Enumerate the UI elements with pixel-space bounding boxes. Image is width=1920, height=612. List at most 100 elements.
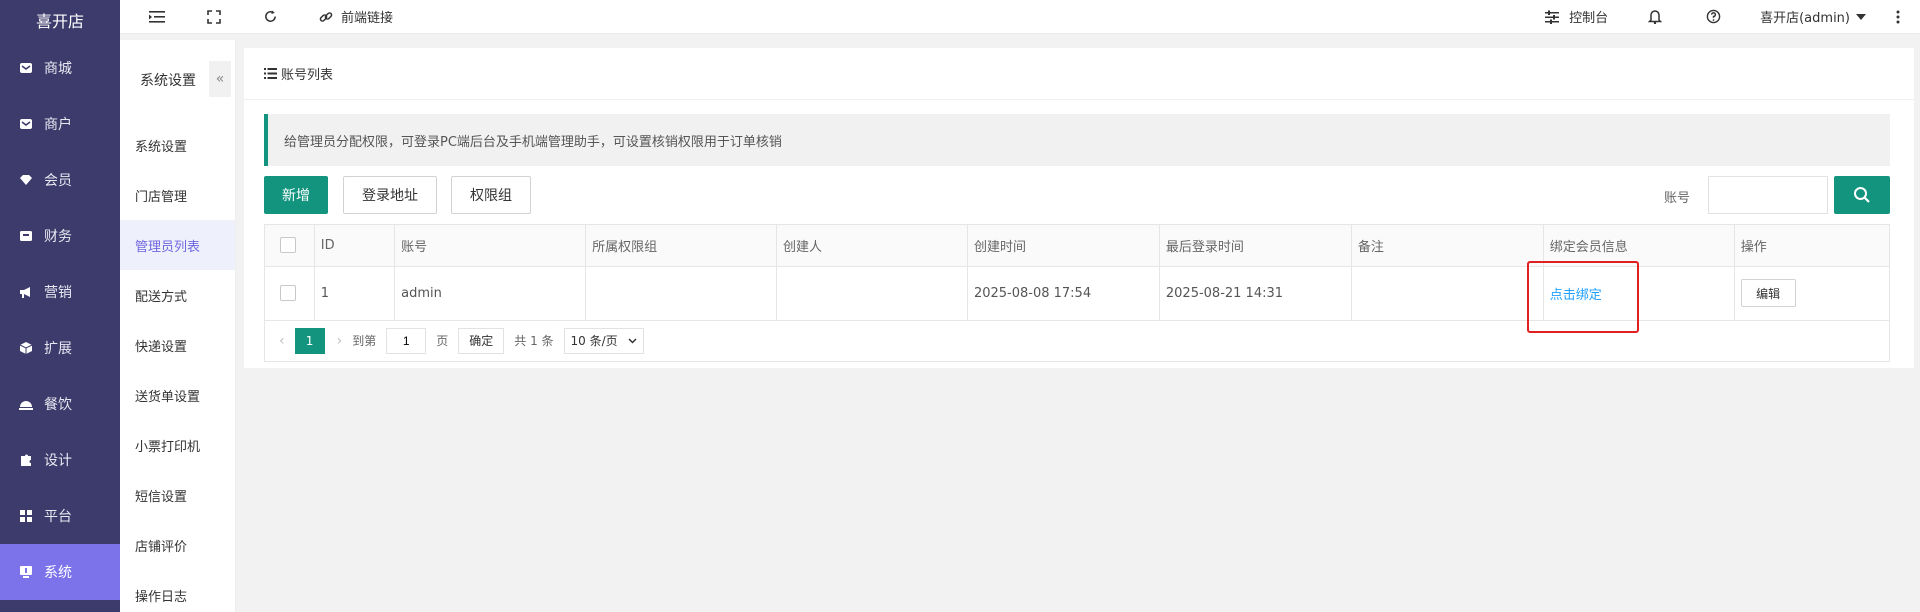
refresh-icon[interactable] bbox=[261, 8, 279, 26]
panel-header: 账号列表 bbox=[244, 48, 1914, 100]
page-label: 页 bbox=[436, 334, 449, 348]
fullscreen-icon[interactable] bbox=[205, 8, 223, 26]
menu-fold-icon[interactable] bbox=[148, 8, 166, 26]
search-label: 账号 bbox=[1664, 191, 1691, 206]
table-header-row: ID 账号 所属权限组 创建人 创建时间 最后登录时间 备注 绑定会员信息 操作 bbox=[265, 225, 1889, 267]
sidebar-item-system[interactable]: 系统 bbox=[0, 544, 120, 600]
subnav-item-delivery[interactable]: 配送方式 bbox=[120, 270, 235, 320]
column-header-created: 创建时间 bbox=[967, 225, 1160, 267]
sidebar-item-marketing[interactable]: 营销 bbox=[0, 264, 120, 320]
cell-last-login: 2025-08-21 14:31 bbox=[1159, 266, 1352, 321]
sidebar-item-design[interactable]: 设计 bbox=[0, 432, 120, 488]
sidebar-item-platform[interactable]: 平台 bbox=[0, 488, 120, 544]
subnav-item-receipt-printer[interactable]: 小票打印机 bbox=[120, 420, 235, 470]
subnav-item-system-settings[interactable]: 系统设置 bbox=[120, 120, 235, 170]
sidebar-item-label: 商户 bbox=[44, 117, 72, 133]
login-url-button[interactable]: 登录地址 bbox=[343, 176, 437, 214]
column-header-group: 所属权限组 bbox=[585, 225, 777, 267]
console-link[interactable]: 控制台 bbox=[1569, 7, 1608, 26]
goto-page-input[interactable] bbox=[386, 327, 427, 354]
sidebar-item-label: 设计 bbox=[44, 453, 72, 469]
next-page-icon[interactable]: › bbox=[337, 333, 343, 349]
shop-icon bbox=[18, 60, 34, 76]
subnav-item-admin-list[interactable]: 管理员列表 bbox=[120, 220, 235, 270]
column-header-account: 账号 bbox=[394, 225, 587, 267]
select-all-checkbox[interactable] bbox=[280, 237, 296, 254]
dish-icon bbox=[18, 396, 34, 412]
sidebar-item-label: 系统 bbox=[44, 565, 72, 581]
subnav-item-sms[interactable]: 短信设置 bbox=[120, 470, 235, 520]
page-title: 账号列表 bbox=[281, 68, 334, 83]
sidebar-item-finance[interactable]: 财务 bbox=[0, 208, 120, 264]
row-checkbox-cell[interactable] bbox=[265, 266, 315, 321]
sidebar-item-label: 餐饮 bbox=[44, 397, 72, 413]
sidebar-item-shop[interactable]: 商城 bbox=[0, 40, 120, 96]
sidebar-item-label: 商城 bbox=[44, 61, 72, 77]
page-1-button[interactable]: 1 bbox=[294, 327, 325, 354]
store-icon bbox=[18, 116, 34, 132]
cell-id: 1 bbox=[314, 266, 396, 321]
pagination: ‹ 1 › 到第 页 确定 共 1 条 10 条/页 bbox=[265, 321, 1889, 361]
subnav-item-logs[interactable]: 操作日志 bbox=[120, 570, 235, 612]
cell-account: admin bbox=[394, 266, 587, 321]
cell-creator bbox=[776, 266, 968, 321]
sidebar-item-label: 平台 bbox=[44, 509, 72, 525]
sidebar-item-label: 扩展 bbox=[44, 341, 72, 357]
permission-group-button[interactable]: 权限组 bbox=[451, 176, 531, 214]
main-sidebar: 喜开店 商城 商户 会员 财务 营销 扩展 餐饮 设计 平台 系统 bbox=[0, 0, 120, 612]
total-count: 共 1 条 bbox=[514, 334, 554, 348]
settings-sliders-icon[interactable] bbox=[1543, 8, 1561, 26]
account-list-panel: 账号列表 给管理员分配权限，可登录PC端后台及手机端管理助手，可设置核销权限用于… bbox=[244, 48, 1914, 368]
frontend-link[interactable]: 前端链接 bbox=[341, 7, 393, 26]
cell-bind-member: 点击绑定 bbox=[1526, 260, 1735, 333]
cell-created: 2025-08-08 17:54 bbox=[967, 266, 1160, 321]
more-vertical-icon[interactable] bbox=[1896, 10, 1900, 24]
top-header: 前端链接 控制台 喜开店(admin) bbox=[120, 0, 1920, 34]
sidebar-item-label: 会员 bbox=[44, 173, 72, 189]
monitor-icon bbox=[18, 564, 34, 580]
sidebar-item-merchant[interactable]: 商户 bbox=[0, 96, 120, 152]
table-row: 1 admin 2025-08-08 17:54 2025-08-21 14:3… bbox=[265, 260, 1889, 333]
collapse-sidebar-icon[interactable]: « bbox=[209, 61, 231, 97]
diamond-icon bbox=[18, 172, 34, 188]
user-menu[interactable]: 喜开店(admin) bbox=[1760, 7, 1850, 26]
column-header-actions: 操作 bbox=[1734, 225, 1889, 267]
per-page-value: 10 条/页 bbox=[570, 334, 618, 348]
sidebar-item-label: 财务 bbox=[44, 229, 72, 245]
megaphone-icon bbox=[18, 284, 34, 300]
link-icon[interactable] bbox=[317, 8, 335, 26]
brand-logo: 喜开店 bbox=[35, 12, 84, 31]
goto-label: 到第 bbox=[352, 334, 377, 348]
sidebar-item-extend[interactable]: 扩展 bbox=[0, 320, 120, 376]
caret-down-icon[interactable] bbox=[1856, 13, 1866, 20]
info-tip: 给管理员分配权限，可登录PC端后台及手机端管理助手，可设置核销权限用于订单核销 bbox=[264, 114, 1890, 166]
subnav-item-reviews[interactable]: 店铺评价 bbox=[120, 520, 235, 570]
per-page-select[interactable]: 10 条/页 bbox=[563, 327, 644, 354]
edit-button[interactable]: 编辑 bbox=[1740, 279, 1796, 307]
cube-icon bbox=[18, 340, 34, 356]
account-search-input[interactable] bbox=[1708, 176, 1828, 214]
bell-icon[interactable] bbox=[1646, 8, 1664, 26]
select-all-checkbox-cell[interactable] bbox=[265, 225, 315, 267]
subnav-item-stores[interactable]: 门店管理 bbox=[120, 170, 235, 220]
cell-note bbox=[1351, 266, 1544, 321]
cell-group bbox=[585, 266, 777, 321]
sidebar-item-member[interactable]: 会员 bbox=[0, 152, 120, 208]
row-checkbox[interactable] bbox=[280, 285, 296, 301]
add-button[interactable]: 新增 bbox=[264, 176, 328, 214]
goto-confirm-button[interactable]: 确定 bbox=[458, 327, 505, 354]
sidebar-item-catering[interactable]: 餐饮 bbox=[0, 376, 120, 432]
list-icon bbox=[264, 68, 277, 79]
subnav-item-express[interactable]: 快递设置 bbox=[120, 320, 235, 370]
help-icon[interactable] bbox=[1704, 8, 1722, 26]
column-header-bind-member: 绑定会员信息 bbox=[1543, 225, 1735, 267]
sidebar-item-label: 营销 bbox=[44, 285, 72, 301]
cell-actions: 编辑 bbox=[1734, 266, 1889, 321]
column-header-last-login: 最后登录时间 bbox=[1159, 225, 1352, 267]
subnav-item-delivery-note[interactable]: 送货单设置 bbox=[120, 370, 235, 420]
prev-page-icon[interactable]: ‹ bbox=[279, 333, 285, 349]
search-button[interactable] bbox=[1834, 176, 1890, 214]
bind-member-link[interactable]: 点击绑定 bbox=[1550, 288, 1602, 303]
secondary-sidebar: 系统设置 « 系统设置 门店管理 管理员列表 配送方式 快递设置 送货单设置 小… bbox=[120, 40, 236, 612]
chevron-down-icon bbox=[627, 337, 637, 344]
